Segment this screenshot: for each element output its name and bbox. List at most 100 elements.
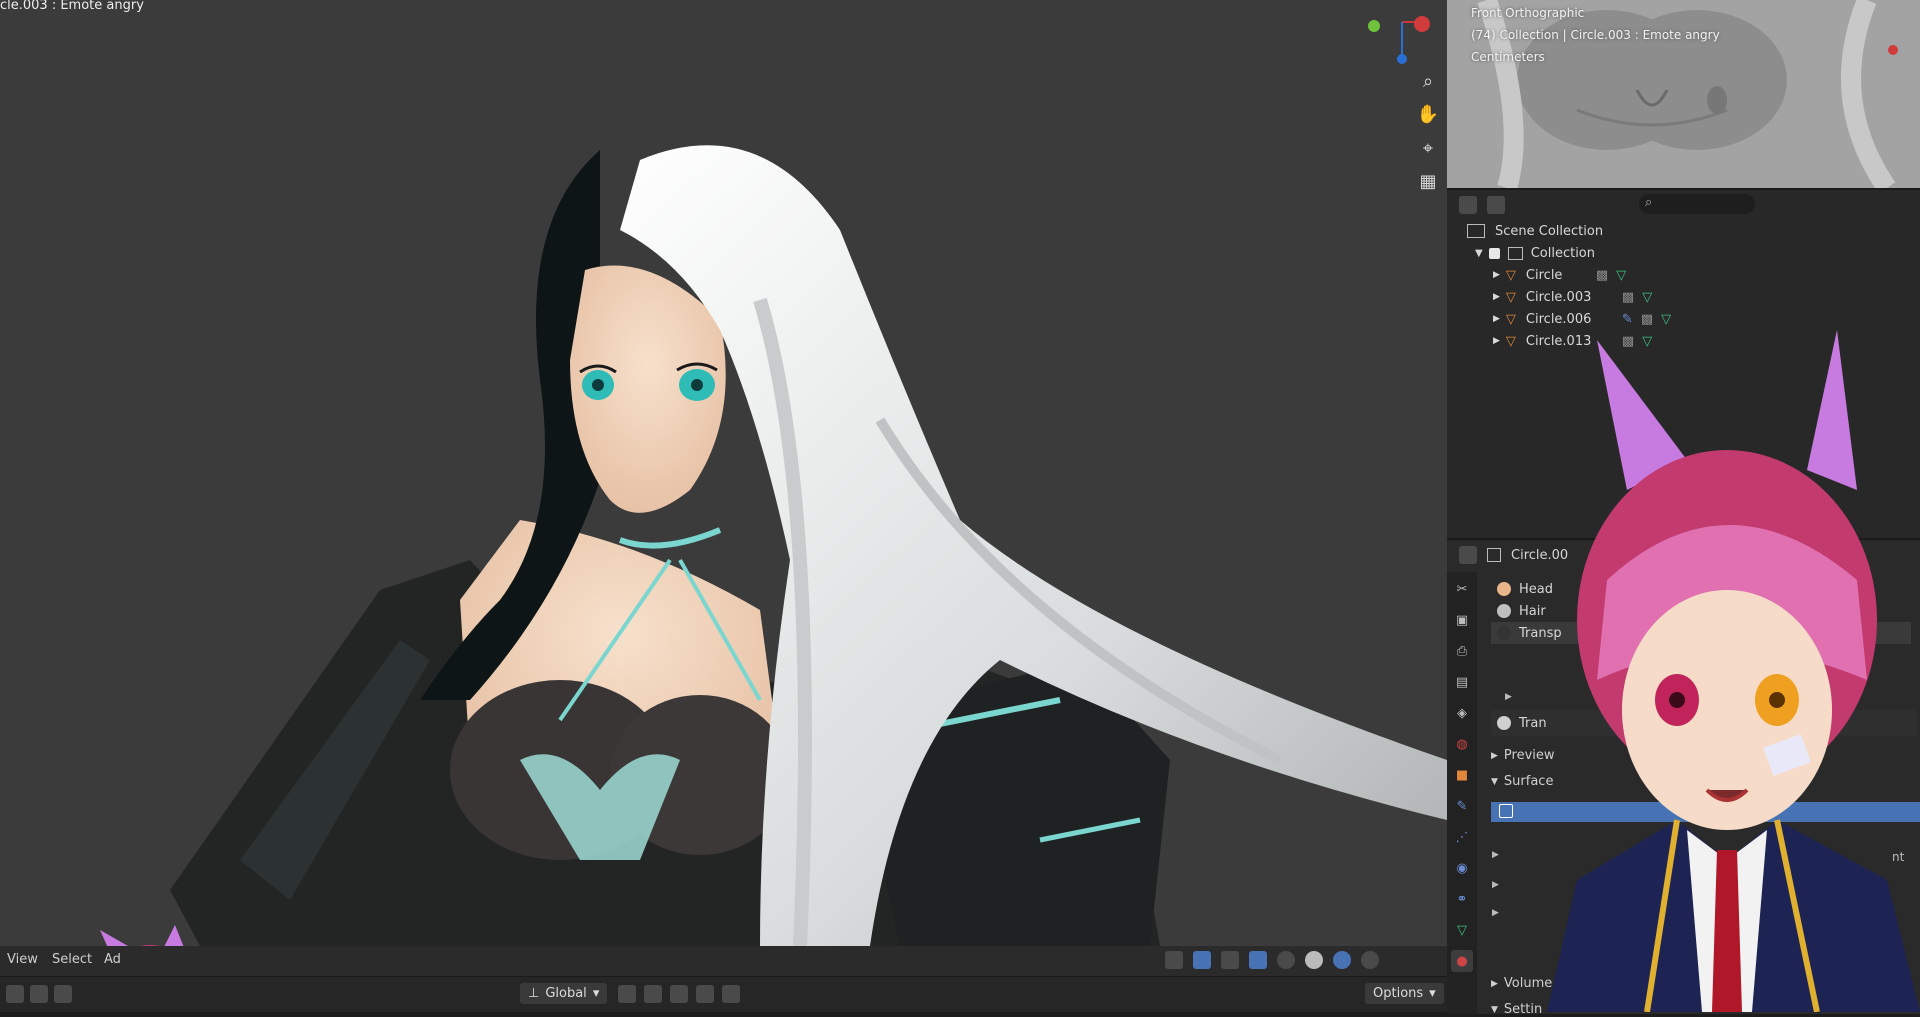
chevron-right-icon[interactable]: ▶ [1492, 908, 1499, 918]
object-icon: ▽ [1505, 289, 1516, 305]
chevron-right-icon[interactable]: ▶ [1492, 880, 1499, 890]
chevron-down-icon: ▼ [1491, 776, 1498, 787]
3d-viewport[interactable]: cle.003 : Emote angry ⌕ ✋ ⌖ ▦ View Selec… [0, 0, 1447, 1012]
chevron-down-icon: ▾ [592, 986, 600, 1001]
chevron-right-icon[interactable]: ▶ [1505, 692, 1512, 702]
mesh-data-icon: ▽ [1642, 289, 1653, 305]
chevron-right-icon: ▶ [1491, 750, 1498, 761]
search-icon: ⌕ [1645, 195, 1653, 210]
modifier-tab-icon[interactable]: ✎ [1451, 795, 1473, 817]
chevron-right-icon[interactable]: ▶ [1492, 850, 1499, 860]
viewport-toolbar: ⊥ Global ▾ Options ▾ [0, 976, 1447, 1012]
data-tab-icon[interactable]: ▽ [1451, 919, 1473, 941]
orientation-axis-icon: ⊥ [528, 986, 540, 1001]
pivot-icon[interactable] [618, 985, 636, 1003]
modifier-icon: ▩ [1595, 267, 1609, 283]
particles-tab-icon[interactable]: ⋰ [1451, 826, 1473, 848]
snap-target-icon[interactable] [670, 985, 688, 1003]
scene-collection-icon [1467, 224, 1485, 238]
collection-row[interactable]: ▼ Collection [1467, 242, 1907, 264]
material-tab-icon[interactable]: ● [1451, 950, 1473, 972]
menu-view[interactable]: View [7, 952, 38, 967]
object-icon: ▽ [1505, 311, 1516, 327]
right-panels: Front Orthographic (74) Collection | Cir… [1447, 0, 1920, 1017]
falloff-curve-icon[interactable] [722, 985, 740, 1003]
material-sphere-icon [1497, 604, 1511, 618]
rendered-shading-icon[interactable] [1361, 951, 1379, 969]
shader-node-icon [1499, 804, 1513, 818]
material-sphere-icon [1497, 716, 1511, 730]
zoom-icon[interactable]: ⌕ [1413, 66, 1443, 96]
collection-icon [1507, 246, 1523, 260]
tool-tab-icon[interactable]: ✂ [1451, 578, 1473, 600]
chevron-right-icon: ▶ [1491, 978, 1498, 989]
solid-shading-icon[interactable] [1305, 951, 1323, 969]
material-sphere-icon [1497, 626, 1511, 640]
overlay-icon[interactable] [1221, 951, 1239, 969]
object-icon: ▽ [1505, 267, 1516, 283]
object-row-circle[interactable]: ▶ ▽ Circle ▩ ▽ [1467, 264, 1907, 286]
select-subtract-icon[interactable] [54, 985, 72, 1003]
view-layer-tab-icon[interactable]: ▤ [1451, 671, 1473, 693]
options-dropdown[interactable]: Options ▾ [1365, 983, 1444, 1004]
gizmo-toggle-icon[interactable] [1193, 951, 1211, 969]
axis-gizmo[interactable] [1360, 4, 1440, 64]
output-tab-icon[interactable]: ⎙ [1451, 640, 1473, 662]
view-type-label: Front Orthographic [1471, 6, 1585, 20]
object-icon: ▽ [1505, 333, 1516, 349]
scene-collection-label: Scene Collection [1495, 223, 1604, 239]
checkbox-icon[interactable] [1488, 247, 1500, 259]
object-label: Circle [1525, 267, 1563, 283]
character-render [100, 145, 1447, 946]
properties-tab-bar: ✂ ▣ ⎙ ▤ ◈ ◍ ■ ✎ ⋰ ◉ ⚭ ▽ ● [1447, 572, 1477, 1014]
display-mode-icon[interactable] [1487, 196, 1505, 214]
menu-select[interactable]: Select [52, 952, 92, 967]
xray-toggle-icon[interactable] [1249, 951, 1267, 969]
proportional-edit-icon[interactable] [696, 985, 714, 1003]
units-label: Centimeters [1471, 50, 1545, 64]
chevron-right-icon: ▶ [1493, 314, 1500, 324]
options-label: Options [1373, 986, 1424, 1001]
select-box-icon[interactable] [6, 985, 24, 1003]
viewport-header: View Select Ad [0, 946, 1447, 976]
chevron-down-icon: ▼ [1475, 247, 1483, 259]
vtuber-avatar [1547, 330, 1920, 1012]
select-extend-icon[interactable] [30, 985, 48, 1003]
material-sphere-icon [1497, 582, 1511, 596]
snap-magnet-icon[interactable] [644, 985, 662, 1003]
scene-collection-row[interactable]: Scene Collection [1467, 220, 1907, 242]
object-tab-icon[interactable]: ■ [1451, 764, 1473, 786]
chevron-down-icon: ▼ [1491, 1004, 1498, 1015]
visibility-icon[interactable] [1165, 951, 1183, 969]
viewport-object-label: cle.003 : Emote angry [0, 0, 144, 13]
object-row-circle-003[interactable]: ▶ ▽ Circle.003 ▩ ▽ [1467, 286, 1907, 308]
transform-orientation-dropdown[interactable]: ⊥ Global ▾ [520, 983, 608, 1004]
chevron-right-icon: ▶ [1493, 270, 1500, 280]
camera-icon[interactable]: ⌖ [1413, 133, 1443, 163]
section-settings[interactable]: ▼ Settin [1491, 1002, 1542, 1017]
mini-viewport-info: Front Orthographic (74) Collection | Cir… [1471, 2, 1720, 68]
menu-add[interactable]: Ad [104, 952, 121, 967]
outliner-search-input[interactable]: ⌕ [1639, 194, 1755, 214]
mini-viewport[interactable]: Front Orthographic (74) Collection | Cir… [1447, 0, 1920, 188]
scene-tab-icon[interactable]: ◈ [1451, 702, 1473, 724]
editor-type-icon[interactable] [1459, 546, 1477, 564]
physics-tab-icon[interactable]: ◉ [1451, 857, 1473, 879]
chevron-right-icon: ▶ [1493, 292, 1500, 302]
chevron-right-icon: ▶ [1493, 336, 1500, 346]
world-tab-icon[interactable]: ◍ [1451, 733, 1473, 755]
material-shading-icon[interactable] [1333, 951, 1351, 969]
modifier-icon: ▩ [1621, 289, 1635, 305]
collection-label: Collection [1530, 245, 1596, 261]
object-data-icon [1487, 548, 1501, 562]
pan-hand-icon[interactable]: ✋ [1413, 99, 1443, 129]
constraints-tab-icon[interactable]: ⚭ [1451, 888, 1473, 910]
render-tab-icon[interactable]: ▣ [1451, 609, 1473, 631]
wireframe-shading-icon[interactable] [1277, 951, 1295, 969]
grid-perspective-icon[interactable]: ▦ [1413, 166, 1443, 196]
collection-info-label: (74) Collection | Circle.003 : Emote ang… [1471, 28, 1720, 42]
chevron-down-icon: ▾ [1429, 986, 1436, 1001]
outliner-header [1459, 196, 1505, 214]
editor-type-icon[interactable] [1459, 196, 1477, 214]
shading-controls [1165, 951, 1379, 969]
